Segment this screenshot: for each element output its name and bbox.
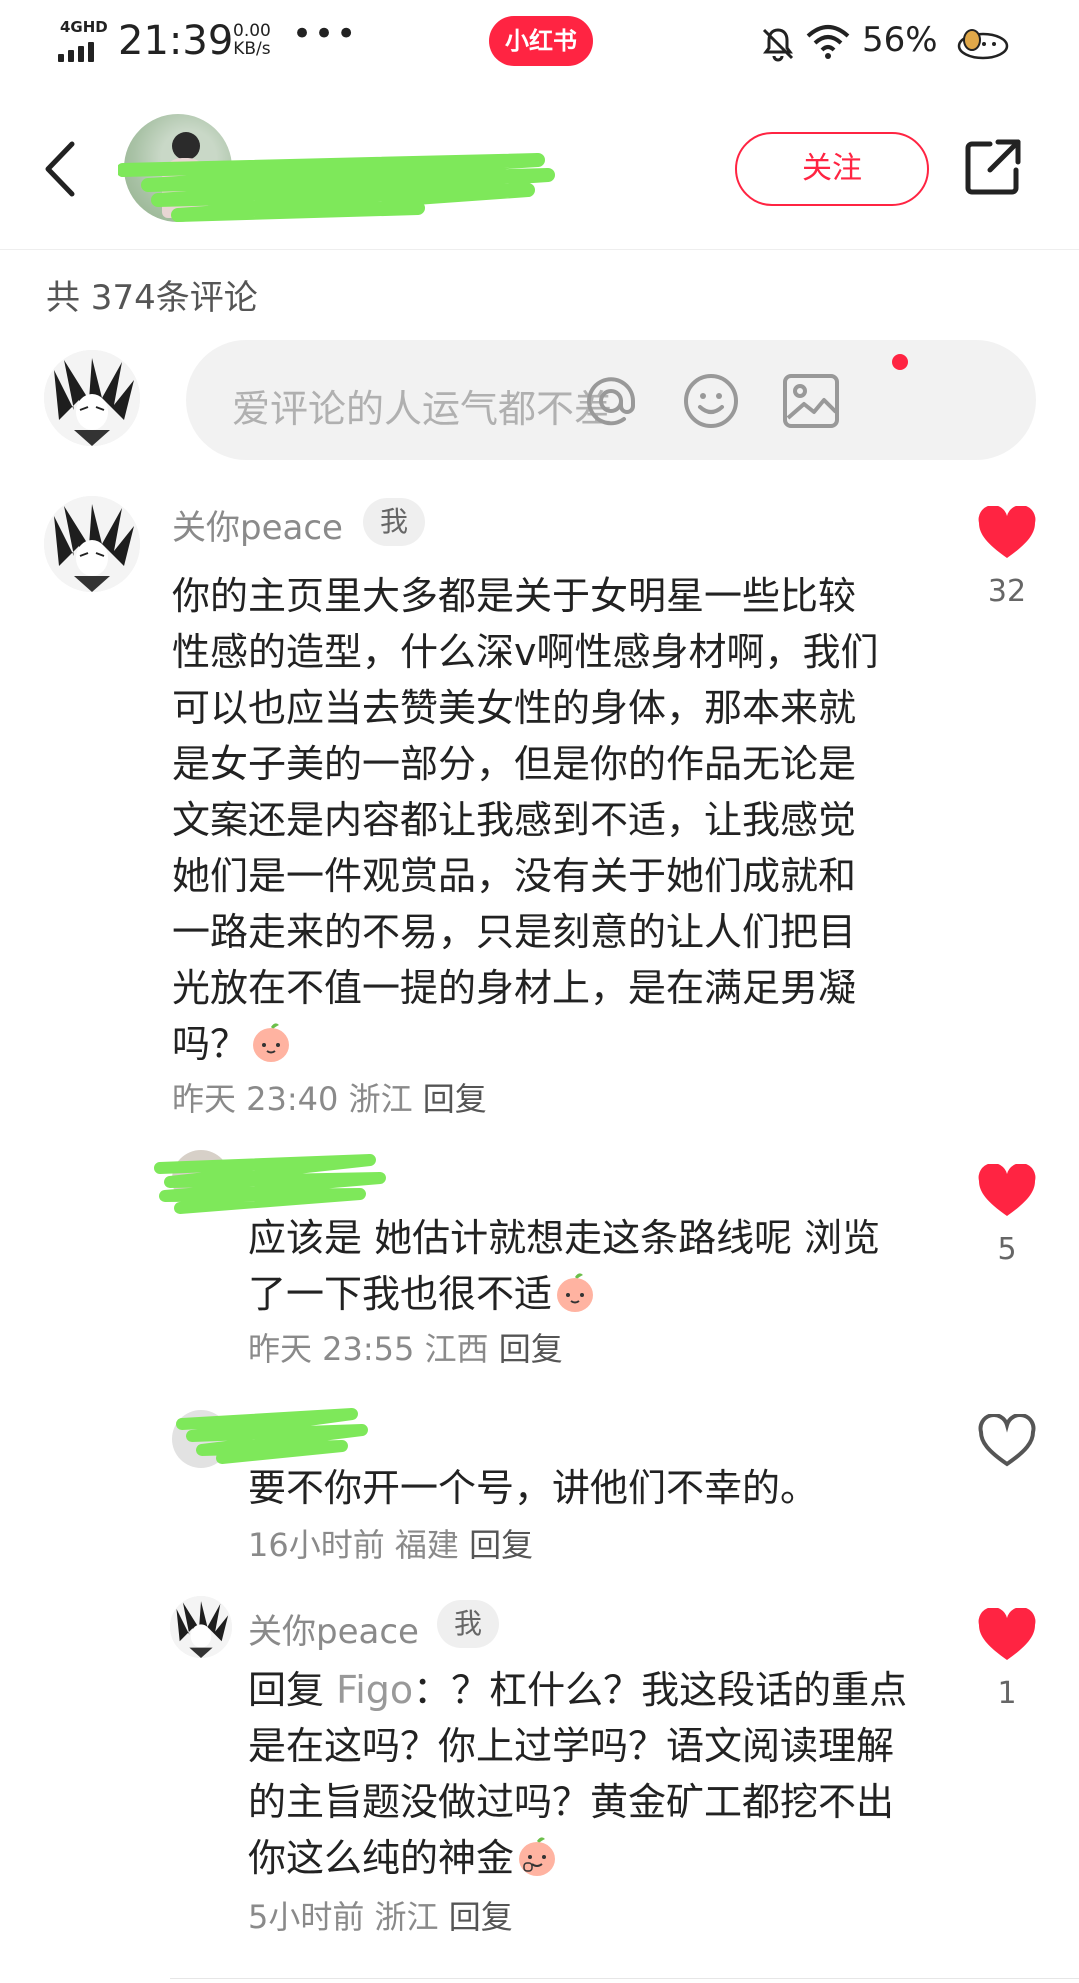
comment-meta: 昨天 23:55 江西 回复 [248,1324,563,1370]
dog-icon [957,29,1009,60]
reply-prefix: 回复 [248,1668,325,1712]
at-icon[interactable] [580,370,642,432]
back-button[interactable] [36,134,86,204]
signal-icon: 4GHD [58,18,108,62]
emoji-icon[interactable] [680,370,742,432]
comment-meta: 16小时前 福建 回复 [248,1520,533,1566]
manga-avatar-image [44,496,140,592]
clock: 21:39 [118,18,234,64]
like-icon[interactable] [977,506,1037,562]
note-header: 关注 [0,92,1079,250]
more-notifications-icon: ••• [292,14,359,54]
comment-location: 江西 [424,1330,489,1368]
reply-target-name[interactable]: Figo [336,1668,413,1712]
comment-text: 你的主页里大多都是关于女明星一些比较性感的造型，什么深v啊性感身材啊，我们可以也… [172,568,892,1072]
share-icon[interactable] [962,136,1024,198]
like-count: 5 [997,1232,1017,1267]
wifi-icon [806,25,850,59]
notification-dot [892,354,908,370]
comment-text: 应该是 她估计就想走这条路线呢 浏览了一下我也很不适 [248,1210,908,1322]
like-outline-icon[interactable] [977,1414,1037,1470]
reply-button[interactable]: 回复 [469,1526,533,1564]
comment-text: 回复 Figo：？杠什么？我这段话的重点是在这吗？你上过学吗？语文阅读理解的主旨… [248,1662,928,1886]
reply-button[interactable]: 回复 [449,1898,513,1936]
follow-button[interactable]: 关注 [735,132,929,206]
comment-body: 要不你开一个号，讲他们不幸的。 [248,1466,819,1510]
comment-input-placeholder: 爱评论的人运气都不差 [232,387,613,431]
comment-location: 福建 [394,1526,459,1564]
me-badge: 我 [363,498,425,546]
commenter-name[interactable]: 关你peace [172,500,343,549]
comment-location: 浙江 [348,1080,413,1118]
author-avatar[interactable] [124,114,232,222]
peach-emoji-icon [557,1273,594,1312]
my-avatar[interactable] [44,350,140,446]
reply-button[interactable]: 回复 [423,1080,487,1118]
comment-text: 要不你开一个号，讲他们不幸的。 [248,1460,908,1516]
commenter-avatar[interactable] [170,1596,232,1658]
comment-count: 共 374条评论 [46,278,258,318]
comment-time: 昨天 23:40 [172,1080,339,1118]
comment-meta: 昨天 23:40 浙江 回复 [172,1074,487,1120]
comment-time: 16小时前 [248,1526,385,1564]
battery-level: 56% [862,20,938,60]
comment-meta: 5小时前 浙江 回复 [248,1892,513,1938]
peach-emoji-icon [253,1023,290,1062]
like-count: 32 [987,574,1027,609]
me-badge: 我 [437,1600,499,1648]
speed-unit: KB/s [233,39,271,59]
bell-muted-icon [762,28,794,62]
image-icon[interactable] [780,370,842,432]
reply-button[interactable]: 回复 [499,1330,563,1368]
like-icon[interactable] [977,1608,1037,1664]
status-bar: 4GHD 21:39 0.00 KB/s ••• 小红书 56% [0,0,1079,90]
network-speed: 0.00 KB/s [233,22,271,58]
commenter-avatar[interactable] [44,496,140,592]
speed-value: 0.00 [233,21,271,41]
commenter-avatar[interactable] [172,1410,230,1468]
manga-avatar-image [44,350,140,446]
network-type: 4GHD [60,18,108,36]
like-count: 1 [997,1676,1017,1711]
comment-location: 浙江 [374,1898,439,1936]
comment-time: 昨天 23:55 [248,1330,415,1368]
commenter-avatar[interactable] [172,1150,230,1208]
comment-body: 你的主页里大多都是关于女明星一些比较性感的造型，什么深v啊性感身材啊，我们可以也… [172,574,879,1066]
comment-time: 5小时前 [248,1898,365,1936]
like-icon[interactable] [977,1164,1037,1220]
app-badge: 小红书 [489,16,593,66]
manga-avatar-image [170,1596,232,1658]
peach-emoji-icon [519,1837,556,1876]
comment-input[interactable]: 爱评论的人运气都不差 [186,340,1036,460]
divider [170,1978,1079,1979]
commenter-name[interactable]: 关你peace [248,1604,419,1653]
